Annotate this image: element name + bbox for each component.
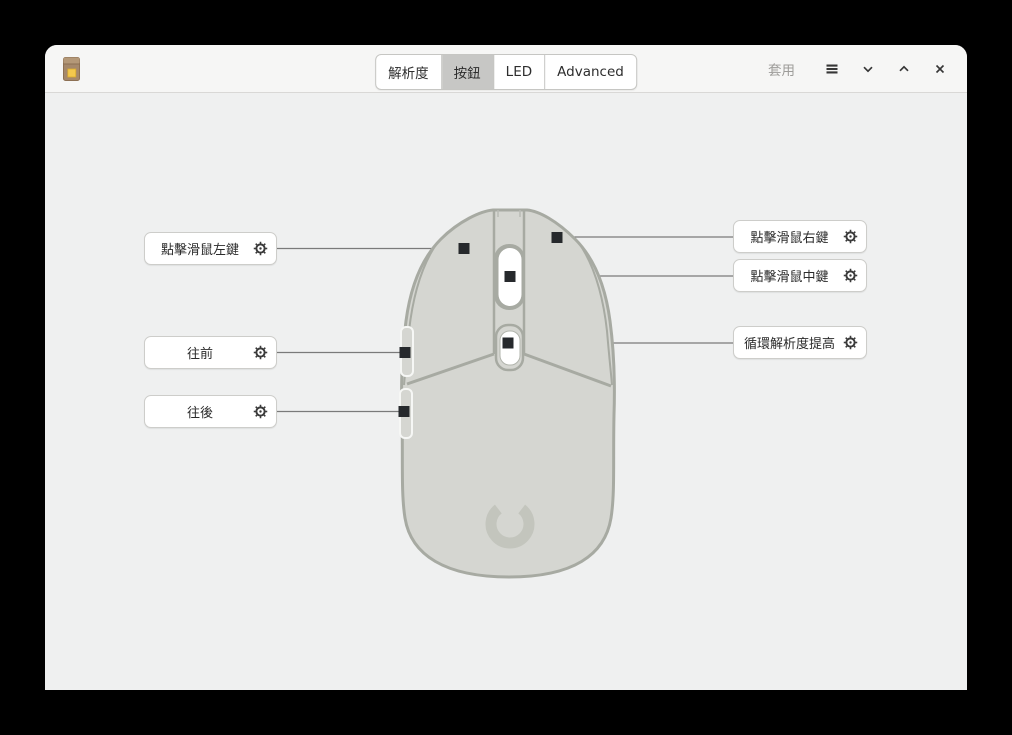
marker-back-button bbox=[399, 406, 410, 417]
assignment-label: 點擊滑鼠中鍵 bbox=[740, 266, 839, 285]
tab-resolution[interactable]: 解析度 bbox=[376, 55, 442, 89]
assignment-label: 點擊滑鼠左鍵 bbox=[151, 239, 249, 258]
gear-icon bbox=[253, 404, 268, 419]
apply-button[interactable]: 套用 bbox=[768, 59, 795, 79]
view-tab-group: 解析度 按鈕 LED Advanced bbox=[375, 54, 637, 90]
assign-forward-button[interactable]: 往前 bbox=[144, 336, 277, 369]
hamburger-icon bbox=[824, 61, 840, 77]
assign-middle-click-button[interactable]: 點擊滑鼠中鍵 bbox=[733, 259, 867, 292]
marker-forward-button bbox=[400, 347, 411, 358]
app-window: 解析度 按鈕 LED Advanced 套用 bbox=[45, 45, 967, 690]
assign-left-click-button[interactable]: 點擊滑鼠左鍵 bbox=[144, 232, 277, 265]
assign-dpi-cycle-button[interactable]: 循環解析度提高 bbox=[733, 326, 867, 359]
chevron-up-icon bbox=[896, 61, 912, 77]
tab-led[interactable]: LED bbox=[494, 55, 545, 89]
assignment-label: 點擊滑鼠右鍵 bbox=[740, 227, 839, 246]
chevron-down-icon bbox=[860, 61, 876, 77]
menu-button[interactable] bbox=[817, 54, 847, 84]
marker-middle-button bbox=[505, 271, 516, 282]
close-button[interactable] bbox=[925, 54, 955, 84]
gear-icon bbox=[843, 335, 858, 350]
app-package-icon bbox=[63, 57, 80, 81]
gear-icon bbox=[843, 268, 858, 283]
headerbar: 解析度 按鈕 LED Advanced 套用 bbox=[45, 45, 967, 93]
header-controls: 套用 bbox=[768, 45, 955, 92]
assign-back-button[interactable]: 往後 bbox=[144, 395, 277, 428]
gear-icon bbox=[253, 345, 268, 360]
gear-icon bbox=[253, 241, 268, 256]
marker-left-button bbox=[459, 243, 470, 254]
marker-right-button bbox=[552, 232, 563, 243]
tab-buttons[interactable]: 按鈕 bbox=[442, 55, 494, 89]
assign-right-click-button[interactable]: 點擊滑鼠右鍵 bbox=[733, 220, 867, 253]
assignment-label: 往後 bbox=[151, 402, 249, 421]
tab-advanced[interactable]: Advanced bbox=[545, 55, 636, 89]
close-icon bbox=[932, 61, 948, 77]
minimize-button[interactable] bbox=[853, 54, 883, 84]
gear-icon bbox=[843, 229, 858, 244]
maximize-button[interactable] bbox=[889, 54, 919, 84]
assignment-label: 往前 bbox=[151, 343, 249, 362]
mouse-illustration bbox=[400, 210, 614, 577]
marker-dpi-button bbox=[503, 338, 514, 349]
buttons-page: 點擊滑鼠左鍵 往前 往後 點擊滑鼠右鍵 點擊滑鼠中鍵 循環解析度提高 bbox=[45, 93, 967, 690]
mouse-diagram bbox=[45, 93, 967, 690]
assignment-label: 循環解析度提高 bbox=[740, 333, 839, 352]
